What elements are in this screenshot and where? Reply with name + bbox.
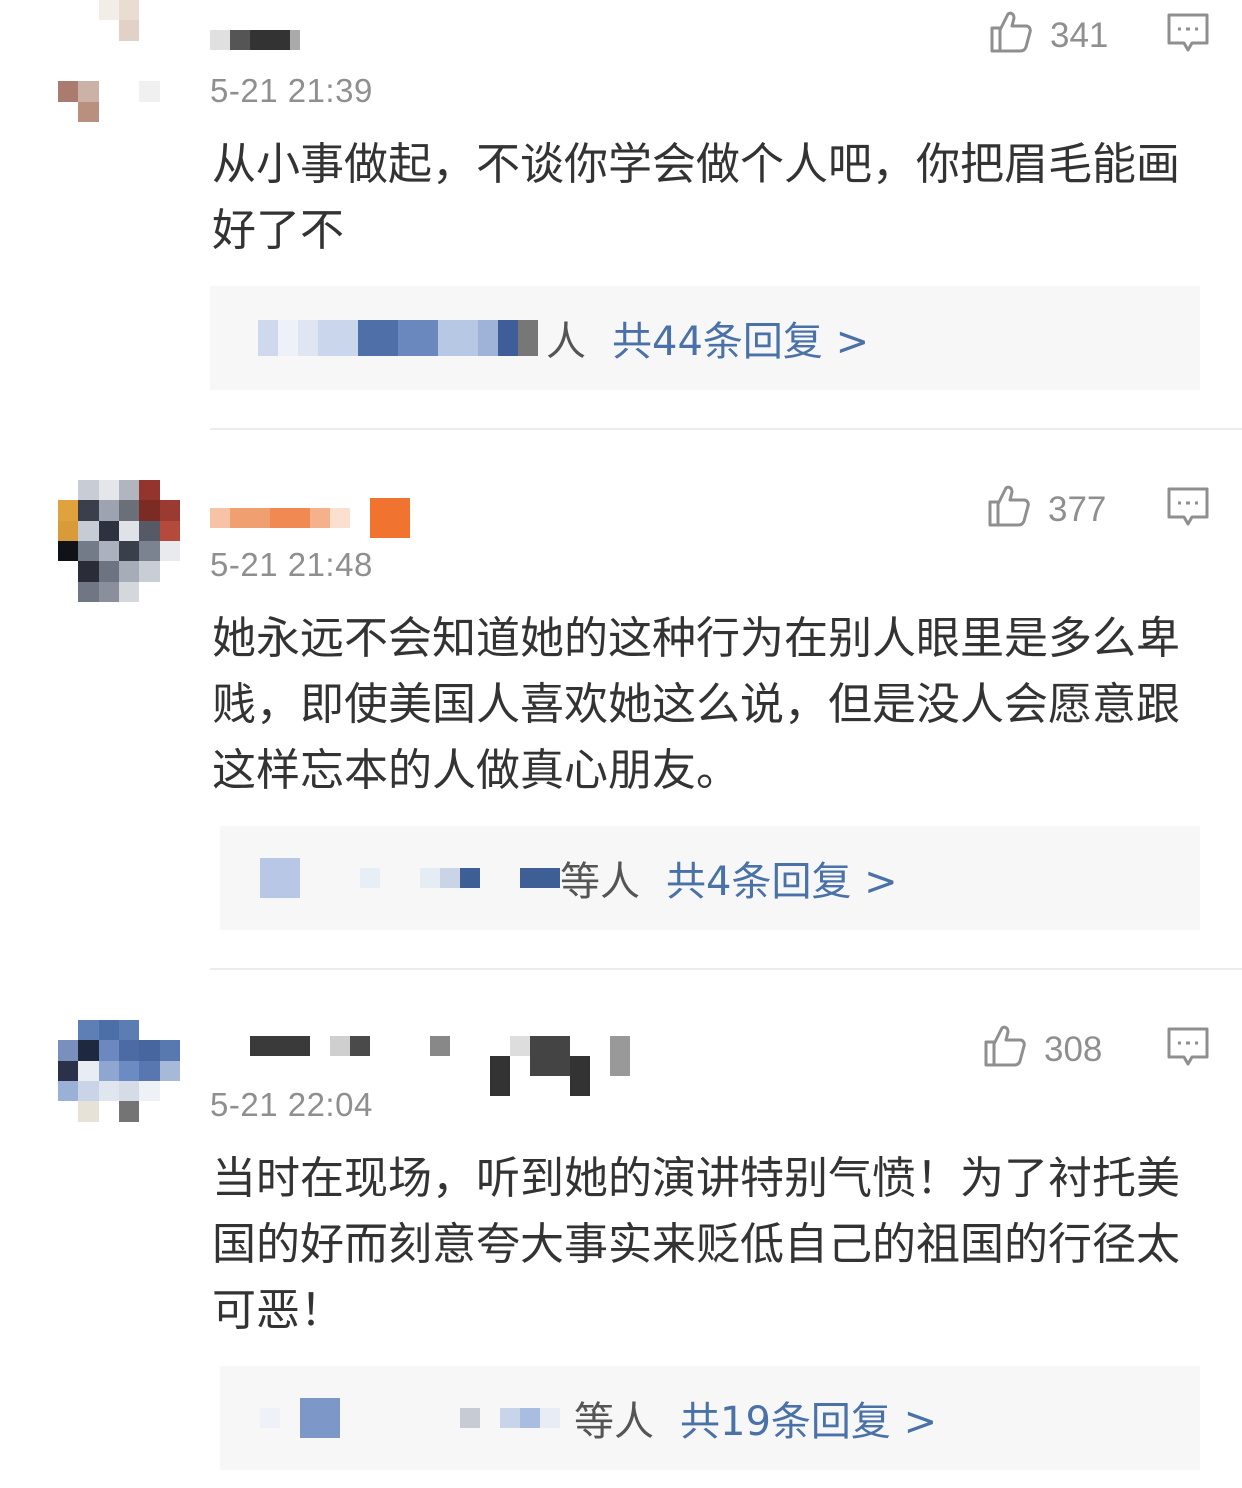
view-replies-link[interactable]: 共19条回复 >: [680, 1389, 937, 1447]
like-button[interactable]: 308: [982, 1022, 1102, 1077]
timestamp: 5-21 21:39: [210, 72, 373, 109]
comment-text: 从小事做起，不谈你学会做个人吧，你把眉毛能画好了不: [212, 139, 1180, 256]
reply-users-blurred: [260, 858, 560, 898]
reply-users-blurred: [258, 318, 538, 358]
comment-item: 5-21 21:48 377 她永远不会知道她的这种行为在别人眼里是多么卑贱，即…: [0, 440, 1242, 970]
thumbs-up-icon: [986, 482, 1032, 537]
comment-text: 她永远不会知道她的这种行为在别人眼里是多么卑贱，即使美国人喜欢她这么说，但是没人…: [212, 613, 1180, 796]
reply-summary[interactable]: 等人 共19条回复 >: [220, 1366, 1200, 1470]
reply-summary[interactable]: 人 共44条回复 >: [210, 286, 1200, 390]
reply-summary[interactable]: 等人 共4条回复 >: [220, 826, 1200, 930]
like-count: 308: [1044, 1029, 1103, 1069]
like-button[interactable]: 377: [986, 482, 1106, 537]
reply-users-suffix: 人: [546, 319, 586, 365]
comment-icon[interactable]: [1166, 1026, 1210, 1074]
avatar[interactable]: [58, 480, 180, 602]
reply-users-blurred: [260, 1398, 560, 1438]
comment-item: 5-21 22:04 308 当时在现场，听到她的演讲特别气愤！为了衬托美国的好…: [0, 980, 1242, 1488]
view-replies-link[interactable]: 共44条回复 >: [612, 309, 869, 367]
like-count: 377: [1048, 489, 1107, 529]
comment-icon[interactable]: [1166, 12, 1210, 60]
divider: [210, 968, 1242, 970]
divider: [210, 428, 1242, 430]
like-button[interactable]: 341: [988, 8, 1108, 63]
avatar[interactable]: [58, 1020, 180, 1142]
reply-users-suffix: 等人: [574, 1399, 654, 1445]
thumbs-up-icon: [988, 8, 1034, 63]
like-count: 341: [1050, 15, 1109, 55]
avatar[interactable]: [58, 0, 180, 122]
username-blurred[interactable]: [210, 20, 300, 60]
thumbs-up-icon: [982, 1022, 1028, 1077]
comment-icon[interactable]: [1166, 486, 1210, 534]
view-replies-link[interactable]: 共4条回复 >: [666, 849, 898, 907]
comment-text: 当时在现场，听到她的演讲特别气愤！为了衬托美国的好而刻意夸大事实来贬低自己的祖国…: [212, 1153, 1180, 1336]
timestamp: 5-21 22:04: [210, 1086, 373, 1123]
timestamp: 5-21 21:48: [210, 546, 373, 583]
reply-users-suffix: 等人: [560, 859, 640, 905]
comment-item: 5-21 21:39 341 从小事做起，不谈你学会做个人吧，你把眉毛能画好了不…: [0, 0, 1242, 430]
username-blurred[interactable]: [210, 498, 410, 538]
